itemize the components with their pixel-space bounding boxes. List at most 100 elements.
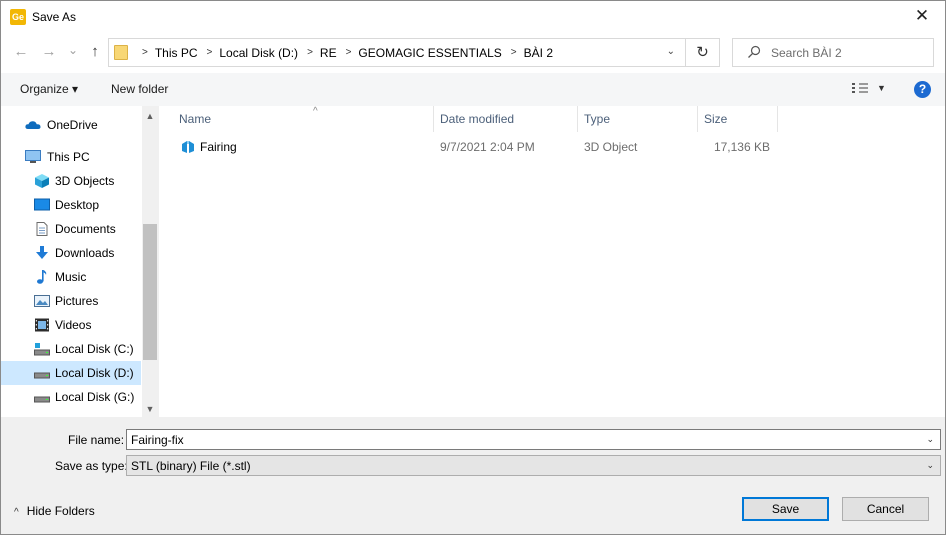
sidebar-item-documents[interactable]: Documents <box>1 217 141 241</box>
onedrive-icon <box>25 121 41 129</box>
file-name-label: File name: <box>68 433 125 447</box>
close-button[interactable]: ✕ <box>899 1 945 33</box>
column-header-label: Size <box>704 112 728 126</box>
file-name-dropdown-chevron-icon[interactable]: ⌄ <box>926 434 934 445</box>
sidebar-item-label: Desktop <box>55 198 100 212</box>
chevron-up-icon: ^ <box>14 507 19 518</box>
geomagic-app-icon: Ge <box>10 9 26 25</box>
organize-button[interactable]: Organize ▾ <box>20 82 78 96</box>
hide-folders-label: Hide Folders <box>26 504 95 518</box>
save-form: File name: ⌄ Save as type: STL (binary) … <box>1 417 945 534</box>
sidebar-item-label: 3D Objects <box>55 174 115 188</box>
help-icon[interactable]: ? <box>914 81 931 98</box>
view-details-icon[interactable] <box>852 83 868 95</box>
chevron-right-icon[interactable]: > <box>346 47 352 58</box>
file-name-combobox[interactable]: ⌄ <box>126 429 941 450</box>
breadcrumb: > This PC > Local Disk (D:) > RE > GEOMA… <box>133 39 553 66</box>
hide-folders-button[interactable]: ^ Hide Folders <box>14 504 95 518</box>
file-name-input[interactable] <box>131 430 911 449</box>
search-icon <box>748 45 761 58</box>
breadcrumb-this-pc[interactable]: This PC <box>155 46 198 60</box>
column-header-date-modified[interactable]: Date modified <box>434 106 578 132</box>
breadcrumb-geomagic-essentials[interactable]: GEOMAGIC ESSENTIALS <box>358 46 501 60</box>
refresh-icon[interactable]: ↻ <box>686 38 720 67</box>
3d-object-file-icon <box>182 141 194 153</box>
address-bar[interactable]: > This PC > Local Disk (D:) > RE > GEOMA… <box>108 38 686 67</box>
breadcrumb-local-disk-d[interactable]: Local Disk (D:) <box>219 46 298 60</box>
desktop-icon <box>34 198 50 211</box>
navigation-bar: ← → ⌄ ↑ > This PC > Local Disk (D:) > RE… <box>1 33 945 73</box>
sidebar-item-onedrive[interactable]: OneDrive <box>1 113 141 137</box>
up-arrow-icon[interactable]: ↑ <box>85 41 105 63</box>
sidebar-item-label: Music <box>55 270 87 284</box>
sidebar-item-label: Pictures <box>55 294 99 308</box>
search-input[interactable] <box>771 39 921 66</box>
sidebar-item-desktop[interactable]: Desktop <box>1 193 141 217</box>
sidebar-item-3d-objects[interactable]: 3D Objects <box>1 169 141 193</box>
videos-icon <box>35 318 49 332</box>
drive-icon <box>34 372 50 379</box>
sidebar-item-local-disk-g[interactable]: Local Disk (G:) <box>1 385 141 409</box>
file-size: 17,136 KB <box>713 140 770 154</box>
sidebar-item-local-disk-d[interactable]: Local Disk (D:) <box>1 361 141 385</box>
file-list: ^ Name Date modified Type Size Fairing 9… <box>159 106 945 417</box>
save-as-type-select[interactable]: STL (binary) File (*.stl) ⌄ <box>126 455 941 476</box>
address-dropdown-chevron-icon[interactable]: ⌄ <box>667 46 675 57</box>
cancel-button[interactable]: Cancel <box>842 497 929 521</box>
downloads-icon <box>36 246 48 259</box>
navigation-pane: OneDrive This PC 3D Objects Desktop Docu… <box>1 106 158 417</box>
sidebar-item-label: Documents <box>55 222 116 236</box>
sidebar-item-label: Videos <box>55 318 92 332</box>
sidebar-item-this-pc[interactable]: This PC <box>1 145 141 169</box>
breadcrumb-bai-2[interactable]: BÀI 2 <box>524 46 553 60</box>
recent-locations-chevron-icon[interactable]: ⌄ <box>63 39 83 61</box>
new-folder-button[interactable]: New folder <box>111 82 168 96</box>
sidebar-item-music[interactable]: Music <box>1 265 141 289</box>
chevron-right-icon[interactable]: > <box>307 47 313 58</box>
scroll-up-arrow-icon[interactable]: ▲ <box>142 108 158 124</box>
sidebar-item-pictures[interactable]: Pictures <box>1 289 141 313</box>
chevron-right-icon[interactable]: > <box>207 47 213 58</box>
chevron-right-icon[interactable]: > <box>511 47 517 58</box>
column-header-name[interactable]: ^ Name <box>173 106 434 132</box>
save-button[interactable]: Save <box>742 497 829 521</box>
save-as-type-label: Save as type: <box>55 459 128 473</box>
column-header-label: Type <box>584 112 611 126</box>
sort-ascending-icon: ^ <box>313 106 318 117</box>
pictures-icon <box>34 295 50 307</box>
drive-icon <box>34 396 50 403</box>
sidebar-item-label: OneDrive <box>47 118 98 132</box>
back-arrow-icon[interactable]: ← <box>11 41 31 63</box>
column-header-label: Date modified <box>440 112 515 126</box>
forward-arrow-icon[interactable]: → <box>39 41 59 63</box>
sidebar-item-downloads[interactable]: Downloads <box>1 241 141 265</box>
file-date-modified: 9/7/2021 2:04 PM <box>440 140 535 154</box>
view-options-chevron-icon[interactable]: ▼ <box>877 83 886 93</box>
column-header-size[interactable]: Size <box>698 106 778 132</box>
documents-icon <box>36 222 48 236</box>
column-header-type[interactable]: Type <box>578 106 698 132</box>
scrollbar-thumb[interactable] <box>143 224 157 360</box>
breadcrumb-re[interactable]: RE <box>320 46 337 60</box>
save-as-type-dropdown-chevron-icon[interactable]: ⌄ <box>926 460 934 471</box>
chevron-right-icon[interactable]: > <box>142 47 148 58</box>
window-title: Save As <box>32 10 77 24</box>
save-as-type-value: STL (binary) File (*.stl) <box>131 459 251 473</box>
music-icon <box>37 270 47 284</box>
drive-icon <box>34 343 50 356</box>
navigation-pane-scrollbar[interactable]: ▲ ▼ <box>142 106 158 417</box>
3d-objects-icon <box>35 174 49 188</box>
sidebar-item-videos[interactable]: Videos <box>1 313 141 337</box>
sidebar-item-label: Local Disk (D:) <box>55 366 134 380</box>
search-box[interactable] <box>732 38 934 67</box>
scroll-down-arrow-icon[interactable]: ▼ <box>142 401 158 417</box>
sidebar-item-local-disk-c[interactable]: Local Disk (C:) <box>1 337 141 361</box>
sidebar-item-label: Local Disk (G:) <box>55 390 135 404</box>
column-header-label: Name <box>179 112 212 126</box>
sidebar-item-label: Downloads <box>55 246 115 260</box>
file-row[interactable]: Fairing 9/7/2021 2:04 PM 3D Object 17,13… <box>159 135 779 159</box>
sidebar-item-label: This PC <box>47 150 90 164</box>
folder-icon <box>114 45 128 60</box>
title-bar: Ge Save As ✕ <box>1 1 945 33</box>
save-as-dialog: Ge Save As ✕ ← → ⌄ ↑ > This PC > Local D… <box>0 0 946 535</box>
